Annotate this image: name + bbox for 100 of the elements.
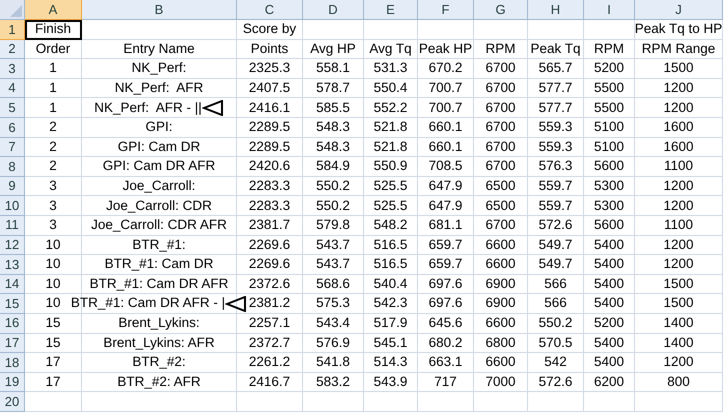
table-cell: 549.7	[528, 236, 584, 256]
table-cell: 559.3	[528, 138, 584, 158]
table-cell: 2325.3	[237, 59, 303, 79]
table-cell: 2269.6	[237, 255, 303, 275]
row-header[interactable]: 3	[0, 59, 25, 79]
table-cell: 2283.3	[237, 196, 303, 216]
table-cell: 5300	[584, 176, 635, 196]
table-cell: 576.9	[303, 334, 364, 354]
row-header[interactable]: 19	[0, 372, 25, 392]
table-cell: 1500	[635, 274, 723, 294]
table-cell: 566	[528, 274, 584, 294]
row-header[interactable]: 8	[0, 157, 25, 177]
row-header[interactable]: 1	[0, 20, 25, 40]
column-header[interactable]: H	[528, 0, 584, 20]
cell-text: NK_Perf: AFR - ||	[94, 98, 202, 117]
table-cell: 2289.5	[237, 138, 303, 158]
column-header[interactable]: B	[82, 0, 237, 20]
table-cell: 559.7	[528, 196, 584, 216]
empty-cell	[528, 392, 584, 412]
table-cell: 660.1	[418, 138, 474, 158]
table-cell: RPM Range	[635, 40, 723, 60]
table-cell: 5400	[584, 294, 635, 314]
table-cell: 566	[528, 294, 584, 314]
table-cell: BTR_#2: AFR	[82, 372, 237, 392]
table-cell: 584.9	[303, 157, 364, 177]
row-header[interactable]: 2	[0, 40, 25, 60]
table-cell: 540.4	[364, 274, 418, 294]
table-cell: 525.5	[364, 196, 418, 216]
column-header[interactable]: E	[364, 0, 418, 20]
table-cell: 6700	[474, 98, 528, 118]
table-cell: 2	[25, 157, 82, 177]
table-cell: 548.3	[303, 138, 364, 158]
row-header[interactable]: 11	[0, 216, 25, 236]
table-cell: 559.7	[528, 176, 584, 196]
table-cell: 6600	[474, 353, 528, 373]
row-header[interactable]: 9	[0, 176, 25, 196]
column-header[interactable]: G	[474, 0, 528, 20]
select-all-corner[interactable]	[0, 0, 25, 20]
table-cell: 1	[25, 78, 82, 98]
table-cell: 542.3	[364, 294, 418, 314]
table-cell: GPI: Cam DR	[82, 138, 237, 158]
table-cell: Peak Tq	[528, 40, 584, 60]
table-cell: 670.2	[418, 59, 474, 79]
row-header[interactable]: 17	[0, 334, 25, 354]
row-header[interactable]: 18	[0, 353, 25, 373]
row-header[interactable]: 6	[0, 118, 25, 138]
table-cell: 2372.7	[237, 334, 303, 354]
table-cell: 550.2	[528, 314, 584, 334]
table-cell: 541.8	[303, 353, 364, 373]
row-header[interactable]: 15	[0, 294, 25, 314]
column-header[interactable]: C	[237, 0, 303, 20]
table-cell: RPM	[474, 40, 528, 60]
table-cell: 6700	[474, 157, 528, 177]
table-cell: 6500	[474, 176, 528, 196]
row-header[interactable]: 10	[0, 196, 25, 216]
row-header[interactable]: 4	[0, 78, 25, 98]
row-header[interactable]: 20	[0, 392, 25, 412]
row-header[interactable]: 5	[0, 98, 25, 118]
table-cell: 578.7	[303, 78, 364, 98]
table-cell: 2	[25, 138, 82, 158]
row-header[interactable]: 12	[0, 236, 25, 256]
table-cell: 577.7	[528, 78, 584, 98]
table-cell: 550.9	[364, 157, 418, 177]
table-cell: Avg HP	[303, 40, 364, 60]
table-cell: 577.7	[528, 98, 584, 118]
table-cell: 1	[25, 98, 82, 118]
row-header[interactable]: 16	[0, 314, 25, 334]
column-header[interactable]: F	[418, 0, 474, 20]
row-header[interactable]: 13	[0, 255, 25, 275]
table-cell: 545.1	[364, 334, 418, 354]
table-cell: 5200	[584, 314, 635, 334]
table-cell: 1400	[635, 334, 723, 354]
table-cell: Points	[237, 40, 303, 60]
column-header[interactable]: J	[635, 0, 723, 20]
table-cell: 548.2	[364, 216, 418, 236]
row-header[interactable]: 14	[0, 274, 25, 294]
table-cell: 708.5	[418, 157, 474, 177]
column-header[interactable]: D	[303, 0, 364, 20]
table-cell: 2261.2	[237, 353, 303, 373]
table-cell: 17	[25, 353, 82, 373]
row-header[interactable]: 7	[0, 138, 25, 158]
table-cell: 6800	[474, 334, 528, 354]
column-header[interactable]: I	[584, 0, 635, 20]
table-cell: 2416.1	[237, 98, 303, 118]
column-header[interactable]: A	[25, 0, 82, 20]
table-cell: 6700	[474, 59, 528, 79]
table-cell: 1500	[635, 294, 723, 314]
table-cell: 570.5	[528, 334, 584, 354]
table-cell: 579.8	[303, 216, 364, 236]
empty-cell	[418, 20, 474, 40]
table-cell: 647.9	[418, 196, 474, 216]
table-cell: 1200	[635, 255, 723, 275]
table-cell: RPM	[584, 40, 635, 60]
table-cell: 576.3	[528, 157, 584, 177]
table-cell: 5500	[584, 78, 635, 98]
empty-cell	[584, 392, 635, 412]
table-cell: Joe_Carroll:	[82, 176, 237, 196]
table-cell: Peak HP	[418, 40, 474, 60]
table-cell: 543.7	[303, 236, 364, 256]
table-cell: 543.9	[364, 372, 418, 392]
